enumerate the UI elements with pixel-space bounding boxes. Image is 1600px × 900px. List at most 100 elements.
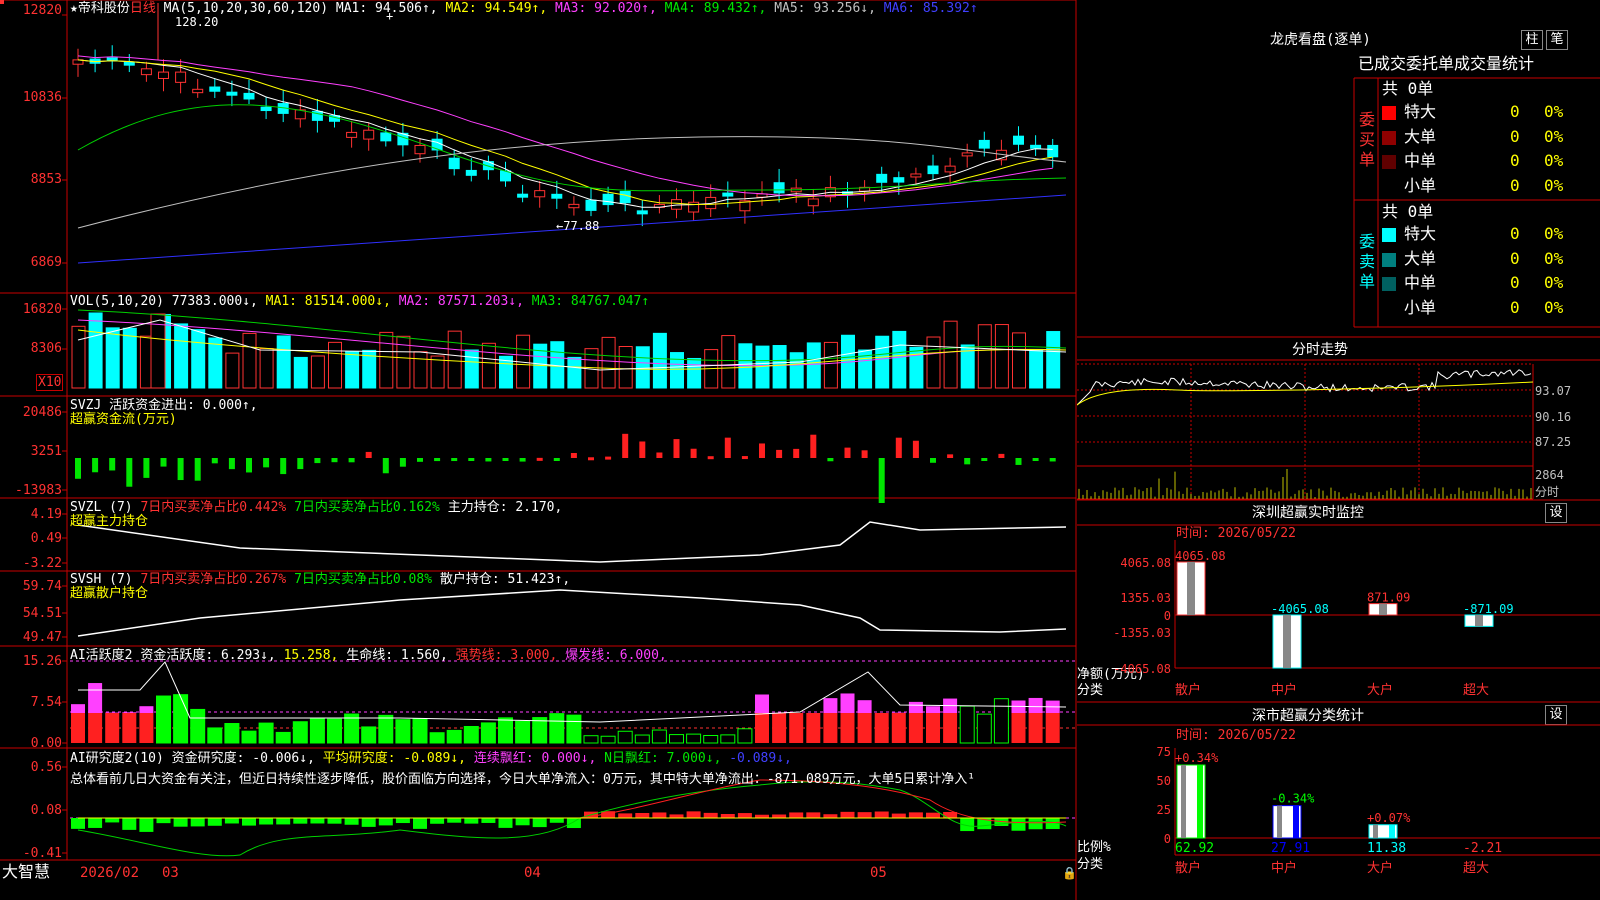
ai1-burst-line: 爆发线: 6.000, bbox=[565, 648, 667, 663]
volume-bar bbox=[464, 349, 479, 389]
period-label[interactable]: 日线 bbox=[130, 1, 156, 16]
fund-flow-bar bbox=[485, 458, 492, 462]
activity-bar bbox=[737, 728, 753, 744]
activity-bar bbox=[959, 705, 975, 744]
candle-body bbox=[192, 88, 204, 94]
volume-bar bbox=[977, 324, 992, 389]
xaxis-label: 04 bbox=[524, 865, 541, 881]
svzl-ratio-a: 7日内买卖净占比0.442% bbox=[140, 500, 287, 515]
candle-body bbox=[688, 201, 700, 213]
svzj-ytick: -13983 bbox=[15, 483, 62, 498]
activity-bar bbox=[190, 708, 206, 744]
research-bar bbox=[549, 818, 564, 823]
research-bar bbox=[259, 818, 274, 825]
candle-body bbox=[619, 190, 631, 204]
volume-bar bbox=[174, 323, 189, 389]
candle-body bbox=[773, 182, 785, 194]
xaxis-label: 03 bbox=[162, 865, 179, 881]
volume-bar bbox=[772, 345, 787, 389]
activity-bar bbox=[139, 713, 154, 743]
candle-body bbox=[431, 138, 443, 151]
ai2-ytick: 0.56 bbox=[30, 760, 62, 775]
svsh-label: SVSH (7) bbox=[70, 572, 133, 587]
fund-flow-bar bbox=[724, 437, 731, 458]
svsh-holding: 散户持仓: 51.423↑, bbox=[439, 572, 571, 587]
candle-body bbox=[807, 198, 819, 207]
class-ytick: 25 bbox=[1157, 803, 1171, 817]
research-bar bbox=[430, 818, 445, 824]
activity-bar bbox=[1045, 713, 1060, 743]
research-bar bbox=[139, 818, 154, 832]
monitor-value-label: -4065.08 bbox=[1271, 602, 1329, 616]
lock-icon[interactable]: 🔒 bbox=[1062, 866, 1077, 880]
right-panel-canvas: 4065.08 1355.03 0 -1355.03 -4065.08 4065.08 散户… bbox=[1077, 77, 1600, 876]
fund-flow-bar bbox=[553, 458, 560, 461]
activity-bar bbox=[634, 734, 650, 744]
candle-body bbox=[927, 165, 939, 175]
low-price-marker: ←77.88 bbox=[556, 219, 600, 233]
activity-bar bbox=[412, 718, 428, 744]
activity-bar bbox=[583, 735, 599, 744]
candle-body bbox=[363, 129, 375, 140]
class-category: 中户 bbox=[1271, 860, 1297, 876]
activity-bar bbox=[71, 713, 85, 743]
svzj-ytick: 20486 bbox=[22, 405, 62, 420]
activity-bar bbox=[908, 713, 923, 743]
candle-body bbox=[551, 193, 563, 199]
svsh-header: SVSH (7) 7日内买卖净占比0.267% 7日内买卖净占比0.08% 散户… bbox=[70, 572, 570, 587]
ai1-label: AI活跃度2 bbox=[70, 648, 133, 663]
brand-logo: 大智慧 bbox=[2, 862, 51, 881]
fund-flow-bar bbox=[263, 458, 270, 468]
class-category: 散户 bbox=[1175, 860, 1201, 876]
ma2-value: MA2: 94.549↑, bbox=[445, 1, 548, 16]
candle-body bbox=[158, 71, 169, 79]
vol-params: VOL(5,10,20) bbox=[70, 294, 164, 309]
class-pct-label: +0.34% bbox=[1175, 751, 1219, 765]
activity-bar bbox=[926, 713, 940, 743]
volume-bar bbox=[310, 355, 325, 389]
research-bar bbox=[566, 818, 581, 829]
research-bar bbox=[669, 814, 684, 818]
fund-flow-bar bbox=[109, 458, 116, 471]
class-value-label: 11.38 bbox=[1367, 841, 1406, 856]
volume-bar bbox=[259, 348, 274, 389]
fund-flow-bar bbox=[451, 458, 458, 462]
research-bar bbox=[840, 811, 855, 818]
volume-bar bbox=[88, 312, 103, 389]
ai1-strong-line: 强势线: 3.000, bbox=[455, 648, 558, 663]
ma-params: MA(5,10,20,30,60,120) bbox=[163, 1, 329, 16]
candle-body bbox=[602, 193, 614, 206]
ai2-header: AI研究度2(10) 资金研究度: -0.006↓, 平均研究度: -0.089… bbox=[70, 751, 792, 766]
research-bar bbox=[908, 812, 923, 818]
research-bar bbox=[378, 818, 393, 826]
svsh-ratio-a: 7日内买卖净占比0.267% bbox=[140, 572, 287, 587]
class-value-label: 62.92 bbox=[1175, 841, 1214, 856]
svzl-label: SVZL (7) bbox=[70, 500, 133, 515]
vol-unit-badge[interactable]: X10 bbox=[36, 374, 64, 391]
research-bar bbox=[891, 813, 906, 818]
svzj-label: SVZJ 活跃资金进出: 0.000↑, bbox=[70, 398, 258, 413]
vol-ma1: MA1: 81514.000↓, bbox=[265, 294, 391, 309]
svsh-ytick: 54.51 bbox=[22, 606, 62, 621]
candle-body bbox=[380, 132, 392, 142]
class-category: 大户 bbox=[1367, 860, 1393, 876]
stock-name[interactable]: ★帝科股份 bbox=[70, 1, 130, 16]
fund-flow-bar bbox=[810, 434, 817, 458]
candle-body bbox=[243, 92, 255, 100]
ai2-research: 资金研究度: -0.006↓, bbox=[171, 751, 315, 766]
ai1-lifeline: 生命线: 1.560, bbox=[346, 648, 448, 663]
candle-body bbox=[1047, 144, 1059, 158]
activity-bar bbox=[566, 714, 582, 744]
activity-bar bbox=[617, 730, 633, 744]
candle-body bbox=[893, 177, 905, 183]
fund-flow-bar bbox=[246, 458, 252, 473]
svzj-header: SVZJ 活跃资金进出: 0.000↑, bbox=[70, 398, 258, 413]
volume-bar bbox=[994, 324, 1009, 389]
volume-bar bbox=[242, 332, 257, 389]
research-bar bbox=[737, 813, 752, 818]
research-bar bbox=[720, 814, 735, 818]
svzl-ytick: 0.49 bbox=[30, 531, 62, 546]
candle-body bbox=[346, 131, 358, 138]
research-bar bbox=[926, 812, 940, 818]
research-bar bbox=[207, 818, 222, 826]
